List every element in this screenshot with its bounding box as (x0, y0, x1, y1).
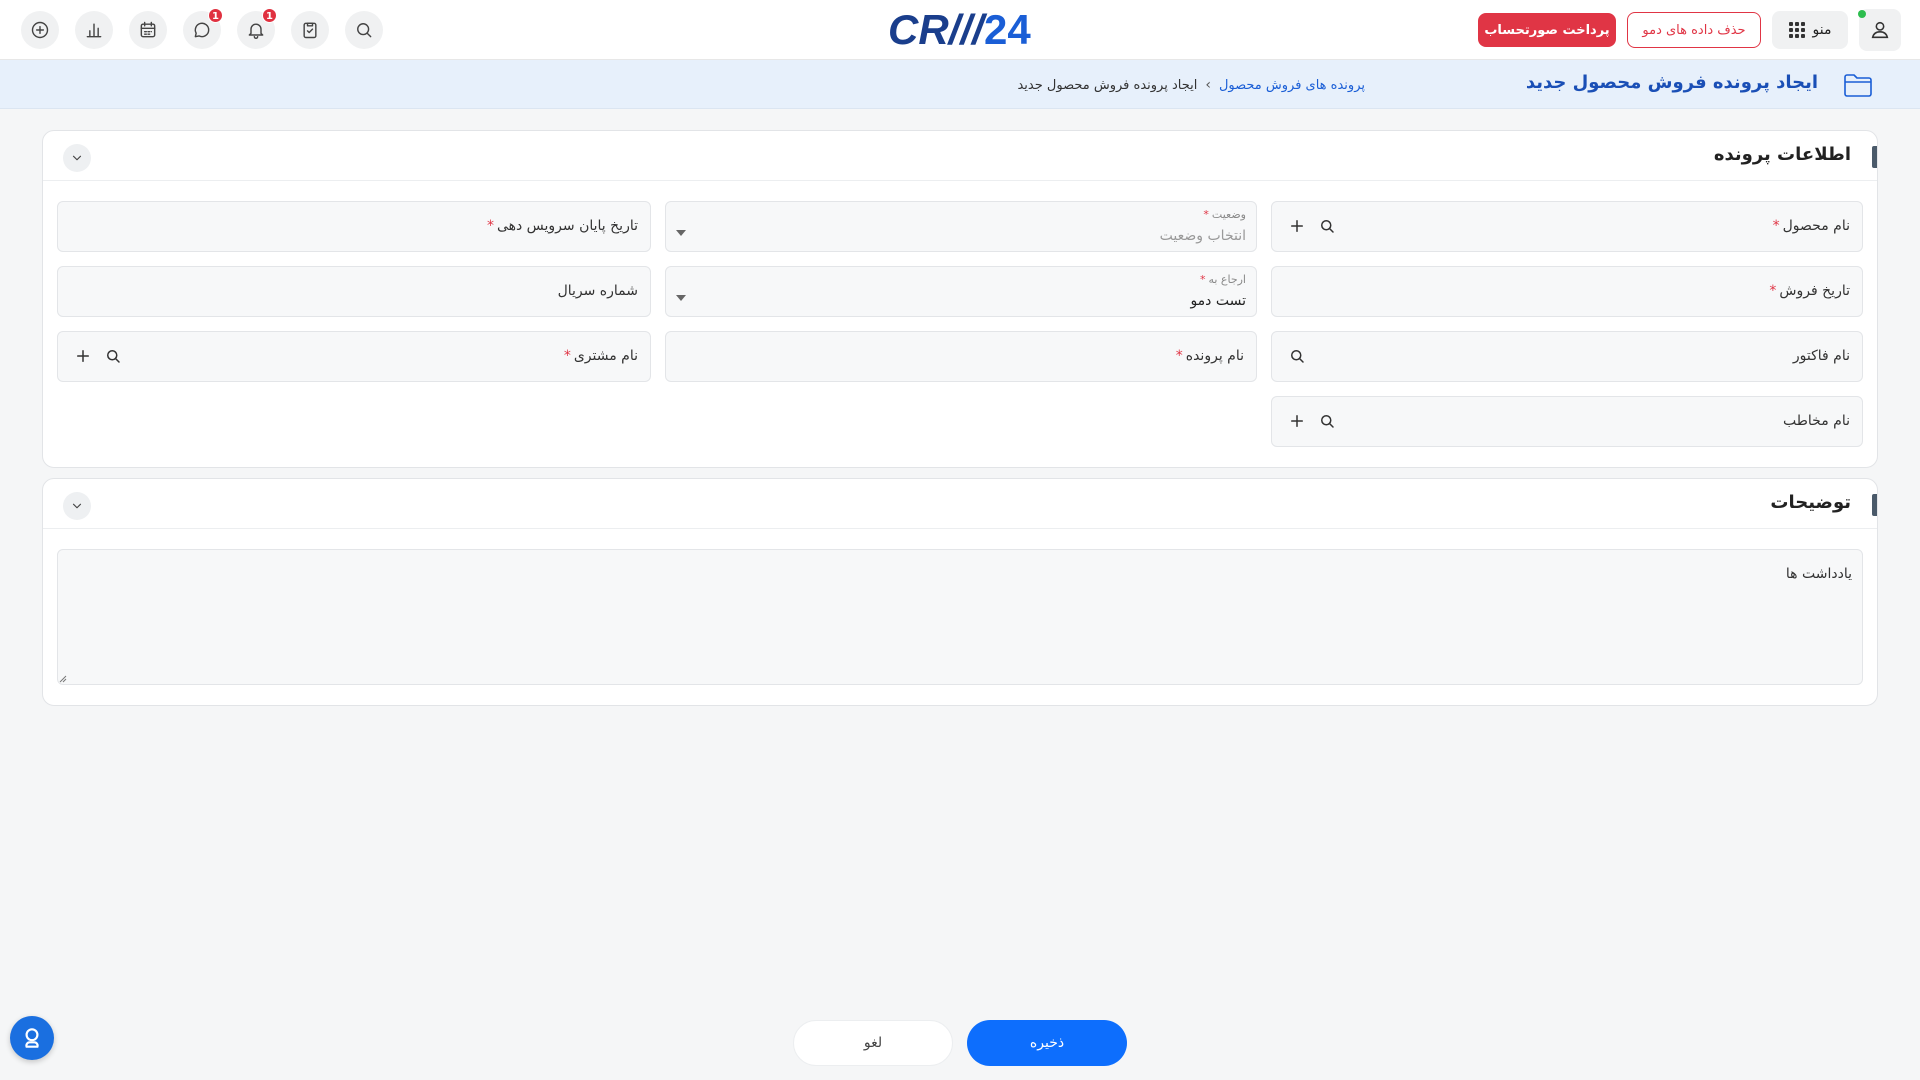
page-header: ایجاد پرونده فروش محصول جدید پرونده های … (0, 60, 1920, 109)
sale-date-field[interactable]: تاریخ فروش* (1271, 266, 1863, 317)
plus-icon (77, 350, 89, 362)
customer-name-label: نام مشتری (573, 348, 638, 364)
search-icon (357, 23, 372, 38)
chat-icon (194, 22, 210, 38)
online-status-dot (1858, 10, 1866, 18)
chevron-down-icon (72, 503, 82, 509)
required-mark: * (1175, 348, 1183, 364)
required-mark: * (563, 348, 571, 364)
notes-textarea[interactable]: یادداشت ها (57, 549, 1863, 685)
service-end-date-label: تاریخ پایان سرویس دهی (496, 218, 638, 234)
top-bar: 1 1 CR/// 24 پرداخت صورتحساب حذف داده ها… (0, 0, 1920, 60)
svg-text:CR///: CR/// (888, 6, 988, 52)
case-info-header: اطلاعات پرونده (43, 131, 1877, 181)
breadcrumb-current: ایجاد پرونده فروش محصول جدید (1017, 77, 1198, 93)
user-icon (1871, 21, 1889, 39)
contact-add-button[interactable] (1286, 412, 1306, 432)
chevron-down-icon (72, 155, 82, 161)
description-title: توضیحات (1770, 492, 1851, 513)
menu-label: منو (1812, 22, 1832, 38)
resize-handle-icon[interactable] (59, 675, 67, 683)
save-button[interactable]: ذخیره (967, 1020, 1127, 1066)
support-icon (25, 1028, 39, 1048)
assigned-to-select[interactable]: ارجاع به* تست دمو (665, 266, 1257, 317)
folder-icon (1843, 72, 1873, 98)
dropdown-caret-icon (676, 230, 686, 236)
calendar-icon (140, 21, 156, 38)
breadcrumb-separator: › (1205, 77, 1211, 93)
status-select[interactable]: وضعیت* انتخاب وضعیت (665, 201, 1257, 252)
contact-search-button[interactable] (1316, 412, 1336, 432)
product-name-field[interactable]: نام محصول* (1271, 201, 1863, 252)
description-card: توضیحات یادداشت ها (42, 478, 1878, 706)
notes-label: یادداشت ها (1785, 566, 1852, 582)
dropdown-caret-icon (676, 295, 686, 301)
contact-name-label: نام مخاطب (1783, 413, 1850, 429)
plus-icon (1291, 220, 1303, 232)
notification-badge: 1 (262, 8, 277, 23)
search-icon (107, 350, 120, 363)
reports-button[interactable] (75, 11, 113, 49)
contact-name-field[interactable]: نام مخاطب (1271, 396, 1863, 447)
plus-icon (1291, 415, 1303, 427)
serial-number-label: شماره سریال (557, 283, 638, 299)
section-accent (1872, 494, 1877, 516)
status-placeholder: انتخاب وضعیت (1159, 228, 1246, 244)
delete-demo-data-button[interactable]: حذف داده های دمو (1627, 12, 1761, 48)
serial-number-field[interactable]: شماره سریال (57, 266, 651, 317)
menu-button[interactable]: منو (1772, 11, 1848, 49)
plus-circle-icon (31, 21, 49, 39)
customer-add-button[interactable] (72, 347, 92, 367)
assigned-to-label: ارجاع به (1208, 273, 1246, 286)
clipboard-check-icon (303, 22, 317, 39)
status-label: وضعیت (1211, 208, 1246, 221)
assigned-to-value: تست دمو (1190, 293, 1246, 309)
chat-badge: 1 (208, 8, 223, 23)
search-icon (1291, 350, 1304, 363)
case-name-label: نام پرونده (1185, 348, 1244, 364)
customer-search-button[interactable] (102, 347, 122, 367)
bar-chart-icon (86, 23, 102, 38)
required-mark: * (1203, 208, 1209, 221)
tasks-button[interactable] (291, 11, 329, 49)
collapse-info-button[interactable] (63, 144, 91, 172)
svg-text:24: 24 (984, 6, 1031, 52)
case-info-title: اطلاعات پرونده (1713, 144, 1851, 165)
chat-button[interactable]: 1 (183, 8, 223, 49)
pay-invoice-button[interactable]: پرداخت صورتحساب (1478, 13, 1616, 47)
calendar-button[interactable] (129, 11, 167, 49)
case-info-card: اطلاعات پرونده نام محصول* وضعیت* انتخاب … (42, 130, 1878, 468)
required-mark: * (1199, 273, 1206, 286)
service-end-date-field[interactable]: تاریخ پایان سرویس دهی* (57, 201, 651, 252)
invoice-search-button[interactable] (1286, 347, 1306, 367)
page-title: ایجاد پرونده فروش محصول جدید (1525, 72, 1818, 93)
product-search-button[interactable] (1316, 217, 1336, 237)
breadcrumb-parent-link[interactable]: پرونده های فروش محصول (1219, 78, 1365, 93)
description-header: توضیحات (43, 479, 1877, 529)
required-mark: * (486, 218, 494, 234)
customer-name-field[interactable]: نام مشتری* (57, 331, 651, 382)
breadcrumb: پرونده های فروش محصول › ایجاد پرونده فرو… (1017, 77, 1365, 93)
collapse-description-button[interactable] (63, 492, 91, 520)
sale-date-label: تاریخ فروش (1779, 283, 1850, 299)
support-chat-button[interactable] (10, 1016, 54, 1060)
search-button[interactable] (345, 11, 383, 49)
search-icon (1321, 220, 1334, 233)
invoice-name-label: نام فاکتور (1792, 348, 1850, 364)
required-mark: * (1772, 218, 1780, 234)
apps-grid-icon (1788, 22, 1805, 38)
crm24-logo[interactable]: CR/// 24 (888, 6, 1038, 52)
add-circle-button[interactable] (21, 11, 59, 49)
cancel-button[interactable]: لغو (793, 1020, 953, 1066)
product-name-label: نام محصول (1782, 218, 1850, 234)
invoice-name-field[interactable]: نام فاکتور (1271, 331, 1863, 382)
search-icon (1321, 415, 1334, 428)
notifications-button[interactable]: 1 (237, 8, 277, 49)
required-mark: * (1769, 283, 1777, 299)
product-add-button[interactable] (1286, 217, 1306, 237)
section-accent (1872, 146, 1877, 168)
bell-icon (248, 23, 264, 39)
case-name-field[interactable]: نام پرونده* (665, 331, 1257, 382)
